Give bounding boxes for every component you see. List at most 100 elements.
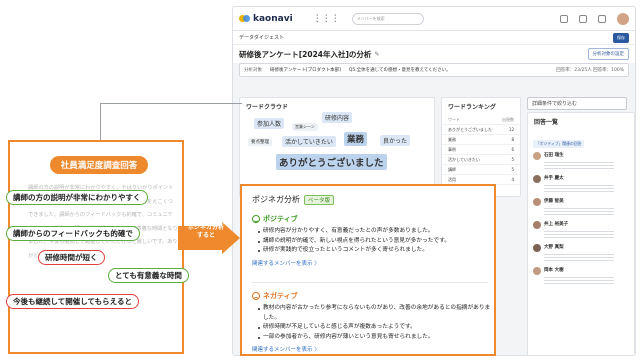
ranking-row[interactable]: 活かしていきたい 5 bbox=[442, 155, 520, 165]
page-title: 研修後アンケート[2024年入社]の分析 bbox=[239, 49, 372, 59]
person-name: 井手 慶太 bbox=[544, 176, 564, 181]
ranking-title: ワードランキング bbox=[448, 104, 496, 111]
word-ranking-panel: ワードランキング ワード 出現数 ありがとうございました 12 業務 8 事例 6 活… bbox=[441, 97, 521, 197]
ranking-row[interactable]: 事例 6 bbox=[442, 145, 520, 155]
ranking-row[interactable]: 講師 5 bbox=[442, 165, 520, 175]
highlight-pill: 講師からのフィードバックも的確で bbox=[6, 226, 140, 241]
frown-icon bbox=[252, 292, 260, 300]
ranking-count: 5 bbox=[511, 166, 514, 172]
ranking-count: 5 bbox=[511, 156, 514, 162]
filter-detail-button[interactable]: 詳細条件で絞り込む bbox=[527, 97, 627, 110]
ranking-count: 6 bbox=[511, 146, 514, 152]
beta-badge: ベータ版 bbox=[304, 194, 335, 205]
ranking-word: 活用 bbox=[448, 176, 456, 182]
logo-icon bbox=[239, 14, 250, 23]
ranking-word: 事例 bbox=[448, 146, 456, 152]
wordcloud-panel: ワードクラウド 参加人数 営業シーン 研修内容 要点整理 活かしていきたい 業務… bbox=[239, 97, 435, 197]
word-chip[interactable]: 業務 bbox=[344, 132, 368, 146]
breadcrumb: データダイジェスト 保存 bbox=[233, 31, 635, 45]
breadcrumb-label[interactable]: データダイジェスト bbox=[239, 34, 284, 41]
word-chip[interactable]: 要点整理 bbox=[248, 138, 272, 146]
positive-heading: ポジティブ bbox=[263, 215, 298, 223]
positive-section: ポジティブ 研修内容が分かりやすく、有意義だったとの声が多数ありました。 講師の… bbox=[252, 214, 492, 267]
avatar bbox=[533, 175, 541, 183]
positive-related-members-link[interactable]: 関連するメンバーを表示 〉 bbox=[252, 259, 492, 267]
negative-bullet: 教材の内容が古かったり参考にならないものがあり、改善の余地があるとの指摘がありま… bbox=[258, 304, 492, 323]
person-name: 岡本 大樹 bbox=[544, 268, 564, 273]
positive-filter-tag[interactable]: 「ポジティブ」関連の回答 bbox=[533, 140, 585, 148]
answer-text bbox=[544, 160, 614, 169]
logo[interactable]: kaonavi bbox=[239, 14, 293, 24]
help-icon[interactable] bbox=[598, 14, 606, 23]
edit-icon[interactable]: ✎ bbox=[374, 51, 379, 58]
connector-line bbox=[100, 103, 242, 104]
highlight-pill-negative: 今後も継続して開催してもらえると bbox=[6, 294, 139, 309]
answer-item[interactable]: 石田 瑞生 bbox=[528, 149, 634, 172]
answer-list-title: 回答一覧 bbox=[534, 119, 559, 126]
arrow-label-text: ポジネガ分析 すると bbox=[187, 224, 224, 239]
filter-stats: 回答率：23/25人 回答率：100% bbox=[556, 68, 624, 73]
positive-bullet: 講師の説明が的確で、新しい視点を得られたという意見が多かったです。 bbox=[258, 237, 492, 247]
ranking-count: 4 bbox=[511, 176, 514, 182]
answer-item[interactable]: 井上 裕美子 bbox=[528, 218, 634, 241]
word-chip[interactable]: 営業シーン bbox=[292, 123, 318, 131]
negative-bullet: 研修時間が不足していると感じる声が複数あったようです。 bbox=[258, 323, 492, 333]
highlight-pill: とても有意義な時間 bbox=[108, 268, 189, 283]
negative-section: ネガティブ 教材の内容が古かったり参考にならないものがあり、改善の余地があるとの… bbox=[252, 291, 492, 353]
ranking-count: 12 bbox=[508, 126, 514, 132]
answer-item[interactable]: 大野 真梨 bbox=[528, 241, 634, 264]
ranking-word: 業務 bbox=[448, 136, 456, 142]
negative-bullet: 一部の参加者から、研修内容が薄いという意見も寄せられました。 bbox=[258, 333, 492, 343]
member-search-input[interactable]: メンバーを検索 bbox=[351, 12, 424, 25]
posinega-card: ポジネガ分析 ベータ版 ポジティブ 研修内容が分かりやすく、有意義だったとの声が… bbox=[240, 184, 496, 356]
answer-text bbox=[544, 275, 614, 284]
highlight-pill: 講師の方の説明が非常にわかりやすく bbox=[6, 190, 148, 205]
word-chip[interactable]: 良かった bbox=[380, 135, 411, 146]
answer-text bbox=[544, 206, 614, 215]
analysis-target-button[interactable]: 分析対象の設定 bbox=[587, 48, 629, 60]
avatar bbox=[533, 198, 541, 206]
filter-question[interactable]: Q5.全体を通しての感想・意見を教えてください。 bbox=[349, 67, 451, 73]
user-avatar[interactable] bbox=[617, 12, 629, 25]
answer-item[interactable]: 伊藤 智美 bbox=[528, 195, 634, 218]
highlight-pill-negative: 研修時間が短く bbox=[38, 250, 105, 265]
person-name: 伊藤 智美 bbox=[544, 199, 564, 204]
ranking-word: ありがとうございました bbox=[448, 126, 492, 132]
ranking-row[interactable]: 業務 8 bbox=[442, 135, 520, 145]
ranking-col-word: ワード bbox=[448, 116, 460, 122]
word-chip[interactable]: 研修内容 bbox=[322, 112, 353, 123]
section-divider bbox=[252, 282, 488, 283]
posinega-title: ポジネガ分析 bbox=[252, 195, 300, 204]
person-name: 石田 瑞生 bbox=[544, 153, 564, 158]
negative-heading: ネガティブ bbox=[263, 292, 298, 300]
avatar bbox=[533, 221, 541, 229]
filter-sheet[interactable]: 研修後アンケート[プロダクト本部] bbox=[270, 67, 341, 73]
ranking-row[interactable]: ありがとうございました 12 bbox=[442, 125, 520, 135]
avatar bbox=[533, 244, 541, 252]
ranking-header: ワード 出現数 bbox=[442, 115, 520, 125]
positive-bullet: 研修内容が分かりやすく、有意義だったとの声が多数ありました。 bbox=[258, 227, 492, 237]
arrow-label: ポジネガ分析 すると bbox=[178, 224, 234, 240]
answer-text bbox=[544, 183, 614, 192]
save-button[interactable]: 保存 bbox=[613, 32, 629, 43]
person-name: 大野 真梨 bbox=[544, 245, 564, 250]
word-chip[interactable]: ありがとうございました bbox=[276, 154, 387, 170]
word-chip[interactable]: 参加人数 bbox=[254, 118, 285, 129]
avatar bbox=[533, 152, 541, 160]
answer-text bbox=[544, 229, 614, 238]
notification-icon[interactable] bbox=[560, 14, 568, 23]
app-grid-icon[interactable]: ⋮⋮⋮ bbox=[313, 14, 340, 24]
ranking-col-count: 出現数 bbox=[502, 116, 514, 122]
answer-item[interactable]: 岡本 大樹 bbox=[528, 264, 634, 287]
settings-icon[interactable] bbox=[579, 14, 587, 23]
page-title-bar: 研修後アンケート[2024年入社]の分析 ✎ 分析対象の設定 bbox=[233, 45, 635, 63]
answer-list-panel: 回答一覧 「ポジティブ」関連の回答 石田 瑞生 井手 慶太 伊藤 智美 井上 裕… bbox=[527, 112, 635, 355]
person-name: 井上 裕美子 bbox=[544, 222, 569, 227]
word-chip[interactable]: 活かしていきたい bbox=[282, 136, 336, 147]
ranking-word: 講師 bbox=[448, 166, 456, 172]
positive-bullet: 研修が実践的で役立ったというコメントが多く寄せられました。 bbox=[258, 246, 492, 256]
ranking-word: 活かしていきたい bbox=[448, 156, 480, 162]
filter-bar: 分析対象 研修後アンケート[プロダクト本部] Q5.全体を通しての感想・意見を教… bbox=[239, 63, 629, 77]
negative-related-members-link[interactable]: 関連するメンバーを表示 〉 bbox=[252, 345, 492, 353]
answer-item[interactable]: 井手 慶太 bbox=[528, 172, 634, 195]
